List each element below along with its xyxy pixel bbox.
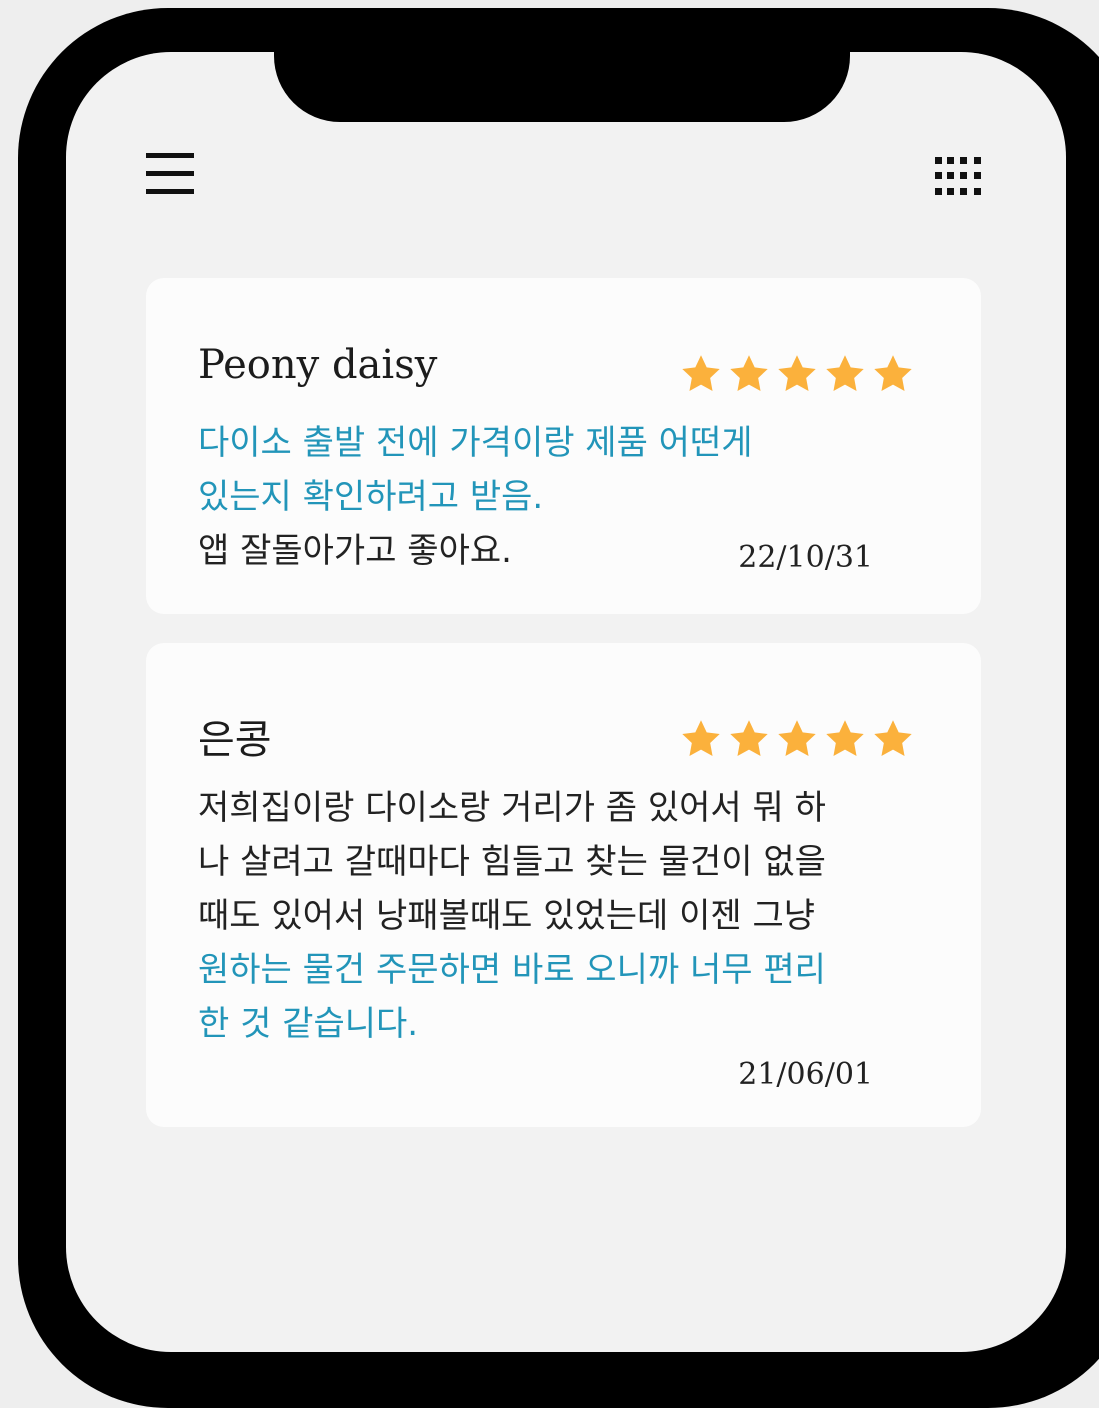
grid-dots-icon[interactable]: [933, 155, 983, 199]
review-date: 22/10/31: [738, 540, 873, 575]
review-line: 나 살려고 갈때마다 힘들고 찾는 물건이 없을: [198, 842, 826, 882]
star-icon: [826, 720, 864, 757]
hamburger-menu-icon[interactable]: [146, 151, 194, 199]
star-rating: [679, 717, 915, 761]
review-author: Peony daisy: [198, 342, 438, 388]
star-icon: [874, 720, 912, 757]
review-line: 있는지 확인하려고 받음.: [198, 477, 544, 517]
phone-notch: [274, 30, 850, 122]
review-date: 21/06/01: [738, 1057, 873, 1092]
review-line: 한 것 같습니다.: [198, 1004, 419, 1044]
star-icon: [874, 355, 912, 392]
review-line: 원하는 물건 주문하면 바로 오니까 너무 편리: [198, 950, 826, 990]
review-text: 저희집이랑 다이소랑 거리가 좀 있어서 뭐 하 나 살려고 갈때마다 힘들고 …: [198, 781, 918, 1051]
star-icon: [826, 355, 864, 392]
review-line: 때도 있어서 낭패볼때도 있었는데 이젠 그냥: [198, 896, 816, 936]
star-icon: [730, 355, 768, 392]
review-author: 은콩: [198, 717, 272, 763]
star-icon: [730, 720, 768, 757]
star-icon: [778, 355, 816, 392]
star-icon: [778, 720, 816, 757]
star-icon: [682, 355, 720, 392]
review-line: 다이소 출발 전에 가격이랑 제품 어떤게: [198, 423, 753, 463]
review-card: Peony daisy 다이소 출발 전에 가격이랑 제품 어떤게 있는지 확인…: [146, 278, 981, 614]
review-line: 저희집이랑 다이소랑 거리가 좀 있어서 뭐 하: [198, 788, 826, 828]
review-card: 은콩 저희집이랑 다이소랑 거리가 좀 있어서 뭐 하 나 살려고 갈때마다 힘…: [146, 643, 981, 1127]
star-rating: [679, 352, 915, 396]
star-icon: [682, 720, 720, 757]
